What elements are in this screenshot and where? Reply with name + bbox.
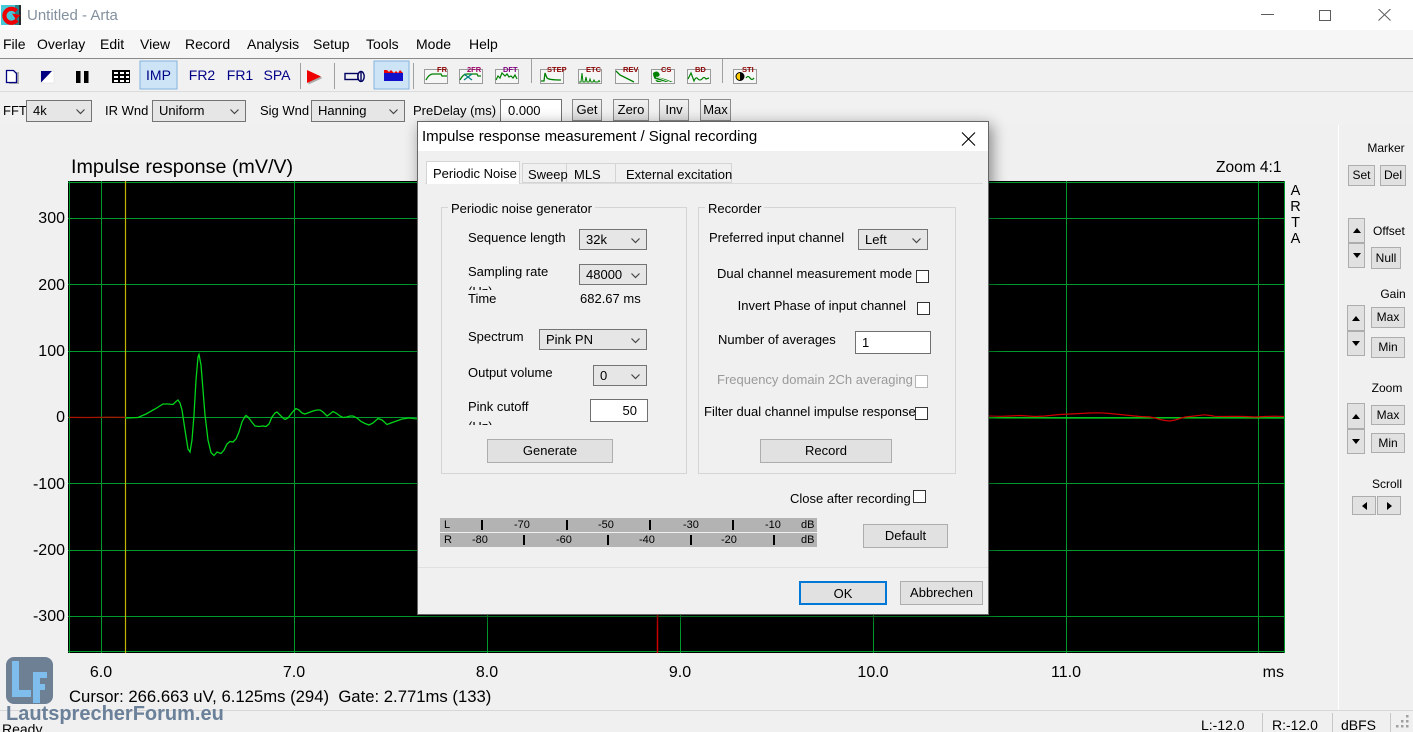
- svg-text:STI: STI: [742, 65, 754, 74]
- svg-text:STEP: STEP: [547, 65, 567, 74]
- svg-text:2FR: 2FR: [467, 65, 482, 74]
- svg-text:SPA: SPA: [264, 67, 292, 83]
- svg-text:FR2: FR2: [189, 67, 216, 83]
- svg-text:CS: CS: [661, 65, 671, 74]
- svg-text:BD: BD: [695, 65, 706, 74]
- svg-text:FR1: FR1: [227, 67, 254, 83]
- svg-text:DFT: DFT: [503, 65, 518, 74]
- svg-text:REV: REV: [623, 65, 638, 74]
- svg-text:IMP: IMP: [146, 67, 171, 83]
- svg-text:ETC: ETC: [586, 65, 602, 74]
- svg-text:FR: FR: [437, 65, 448, 74]
